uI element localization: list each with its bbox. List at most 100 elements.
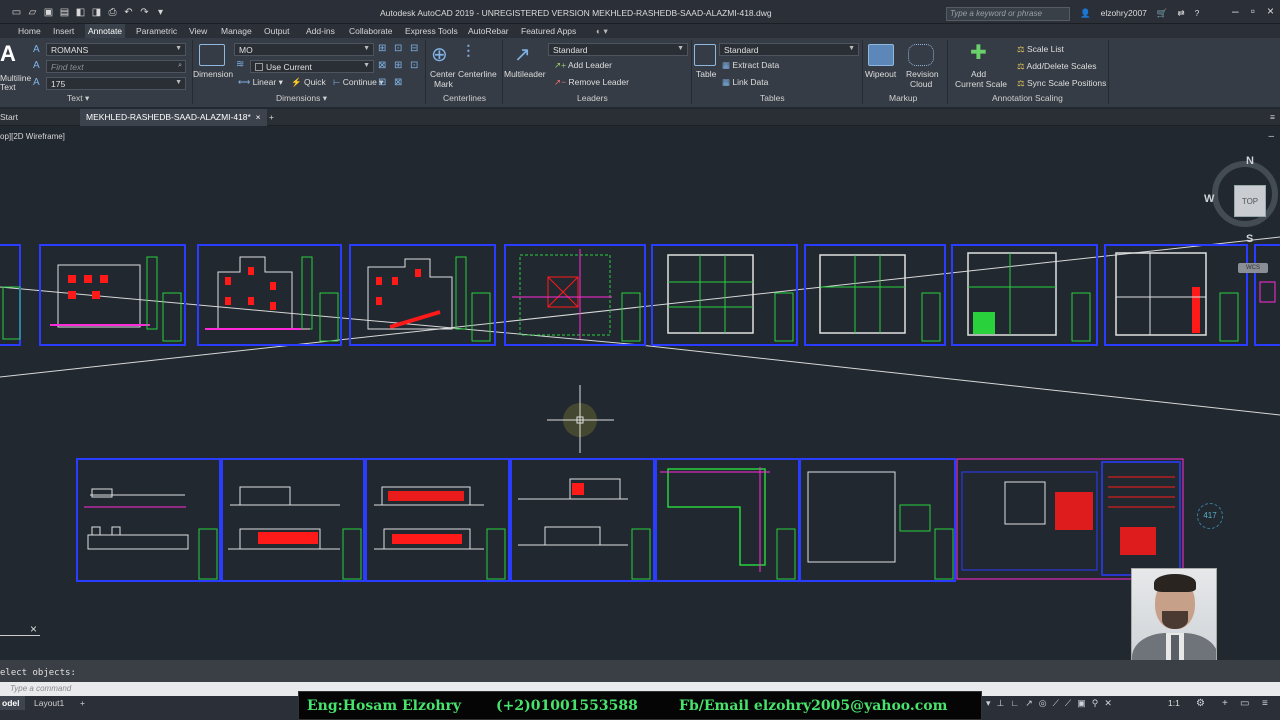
tab-express-tools[interactable]: Express Tools bbox=[405, 26, 458, 36]
compass-west[interactable]: W bbox=[1204, 193, 1214, 205]
dim-tool-icon-7[interactable]: ⊟ bbox=[378, 77, 386, 88]
undo-icon[interactable]: ↶ bbox=[122, 7, 135, 18]
osnap-icon[interactable]: ◎ bbox=[1039, 698, 1047, 709]
table-label[interactable]: Table bbox=[696, 69, 716, 79]
multileader-icon[interactable]: ↗ bbox=[514, 42, 531, 67]
otrack-icon[interactable]: ⟋ bbox=[1053, 698, 1059, 709]
drawing-viewport[interactable]: op][2D Wireframe] – N W S TOP WCS 417 × bbox=[0, 127, 1280, 660]
tab-insert[interactable]: Insert bbox=[53, 26, 74, 36]
tab-active-drawing[interactable]: MEKHLED-RASHEDB-SAAD-ALAZMI-418* × bbox=[80, 109, 267, 126]
tab-parametric[interactable]: Parametric bbox=[136, 26, 177, 36]
center-mark-label[interactable]: Center bbox=[430, 69, 456, 79]
dim-tool-icon-2[interactable]: ⊡ bbox=[394, 43, 402, 54]
dimension-icon[interactable] bbox=[199, 44, 225, 66]
plus-icon[interactable]: + bbox=[1222, 698, 1228, 709]
selection-icon[interactable]: ▣ bbox=[1077, 698, 1086, 709]
ribbon-display-toggle-icon[interactable]: ◐ ▾ bbox=[596, 26, 608, 37]
customization-icon[interactable]: ≡ bbox=[1262, 698, 1268, 709]
dim-layer-combo[interactable]: Use Current ▼ bbox=[250, 60, 374, 73]
user-icon[interactable]: 👤 bbox=[1080, 8, 1091, 19]
tab-featured-apps[interactable]: Featured Apps bbox=[521, 26, 576, 36]
table-style-combo[interactable]: Standard ▼ bbox=[719, 43, 859, 56]
new-tab-icon[interactable]: + bbox=[263, 109, 280, 126]
snap-icon[interactable]: ⊥ bbox=[997, 698, 1005, 709]
center-mark-label-2[interactable]: Mark bbox=[434, 79, 453, 89]
continue-dim-button[interactable]: ⊢ Continue ▾ bbox=[333, 77, 383, 88]
dim-tool-icon-6[interactable]: ⊡ bbox=[410, 60, 418, 71]
annotation-icon[interactable]: ⚲ bbox=[1092, 698, 1099, 709]
link-data-button[interactable]: ▦ Link Data bbox=[722, 77, 768, 88]
annotation-scale-icon[interactable]: ✕ bbox=[1104, 698, 1112, 709]
viewcube-top-face[interactable]: TOP bbox=[1234, 185, 1266, 217]
user-name[interactable]: elzohry2007 bbox=[1101, 8, 1147, 19]
leader-style-combo[interactable]: Standard ▼ bbox=[548, 43, 688, 56]
save-web-icon[interactable]: ◨ bbox=[90, 7, 103, 18]
dim-tool-icon-3[interactable]: ⊟ bbox=[410, 43, 418, 54]
save-as-icon[interactable]: ▤ bbox=[58, 7, 71, 18]
redo-icon[interactable]: ↷ bbox=[138, 7, 151, 18]
dimension-label[interactable]: Dimension bbox=[193, 69, 233, 79]
compass-south[interactable]: S bbox=[1246, 233, 1253, 245]
close-icon[interactable]: × bbox=[30, 622, 37, 636]
tab-model[interactable]: odel bbox=[0, 696, 26, 710]
compass-north[interactable]: N bbox=[1246, 155, 1254, 167]
search-input[interactable]: Type a keyword or phrase bbox=[946, 7, 1070, 21]
dim-tool-icon-5[interactable]: ⊞ bbox=[394, 60, 402, 71]
open-web-icon[interactable]: ◧ bbox=[74, 7, 87, 18]
add-leader-button[interactable]: ↗+ Add Leader bbox=[554, 60, 612, 71]
multiline-text-label-2[interactable]: Text bbox=[0, 82, 16, 92]
quick-dim-button[interactable]: ⚡ Quick bbox=[291, 77, 326, 88]
wipeout-label[interactable]: Wipeout bbox=[865, 69, 896, 79]
polar-icon[interactable]: ↗ bbox=[1025, 698, 1033, 709]
wipeout-icon[interactable] bbox=[868, 44, 894, 66]
text-height-combo[interactable]: 175 ▼ bbox=[46, 77, 186, 90]
cart-icon[interactable]: 🛒 bbox=[1157, 8, 1168, 19]
clean-screen-icon[interactable]: ▭ bbox=[1240, 698, 1249, 709]
centerline-icon[interactable]: ⫶ bbox=[466, 42, 471, 63]
open-file-icon[interactable]: ▱ bbox=[26, 7, 39, 18]
text-panel-title[interactable]: Text ▾ bbox=[67, 93, 89, 104]
add-layout-icon[interactable]: + bbox=[74, 696, 91, 710]
add-current-scale-label-2[interactable]: Current Scale bbox=[955, 79, 1007, 89]
sync-scale-positions-button[interactable]: ⚖ Sync Scale Positions bbox=[1017, 78, 1106, 89]
settings-icon[interactable]: ⚙ bbox=[1196, 698, 1205, 709]
table-icon[interactable] bbox=[694, 44, 716, 66]
scale-list-button[interactable]: ⚖ Scale List bbox=[1017, 44, 1064, 55]
lineweight-icon[interactable]: ⟋ bbox=[1065, 698, 1071, 709]
close-tab-icon[interactable]: × bbox=[256, 112, 261, 122]
dim-tool-icon-4[interactable]: ⊠ bbox=[378, 60, 386, 71]
tab-add-ins[interactable]: Add-ins bbox=[306, 26, 335, 36]
dim-tool-icon-8[interactable]: ⊠ bbox=[394, 77, 402, 88]
viewcube[interactable]: N W S TOP bbox=[1204, 155, 1280, 250]
revision-cloud-label-2[interactable]: Cloud bbox=[910, 79, 932, 89]
close-icon[interactable]: × bbox=[1267, 4, 1274, 18]
multiline-text-icon[interactable]: A bbox=[0, 41, 16, 67]
grid-icon[interactable]: ▾ bbox=[986, 698, 991, 709]
revision-cloud-label[interactable]: Revision bbox=[906, 69, 939, 79]
help-icon[interactable]: ? bbox=[1195, 8, 1200, 19]
exchange-icon[interactable]: ⇄ bbox=[1178, 8, 1185, 19]
tab-collaborate[interactable]: Collaborate bbox=[349, 26, 392, 36]
dim-style-combo[interactable]: MO ▼ bbox=[234, 43, 374, 56]
tab-manage[interactable]: Manage bbox=[221, 26, 252, 36]
qat-dropdown-icon[interactable]: ▾ bbox=[154, 7, 167, 18]
plot-icon[interactable]: ⎙ bbox=[106, 7, 119, 18]
tab-start[interactable]: Start bbox=[0, 109, 24, 126]
add-current-scale-icon[interactable]: ✚ bbox=[970, 40, 987, 65]
revision-cloud-icon[interactable] bbox=[908, 44, 934, 66]
tab-home[interactable]: Home bbox=[18, 26, 41, 36]
extract-data-button[interactable]: ▦ Extract Data bbox=[722, 60, 779, 71]
dimensions-panel-title[interactable]: Dimensions ▾ bbox=[276, 93, 327, 104]
text-style-combo[interactable]: ROMANS ▼ bbox=[46, 43, 186, 56]
linear-dim-button[interactable]: ⟷ Linear ▾ bbox=[238, 77, 283, 88]
multileader-label[interactable]: Multileader bbox=[504, 69, 546, 79]
tab-layout1[interactable]: Layout1 bbox=[28, 696, 70, 710]
center-mark-icon[interactable]: ⊕ bbox=[431, 42, 448, 67]
find-text-input[interactable]: Find text ⌕ bbox=[46, 60, 186, 73]
tab-annotate[interactable]: Annotate bbox=[85, 24, 126, 38]
tab-autorebar[interactable]: AutoRebar bbox=[468, 26, 509, 36]
save-icon[interactable]: ▣ bbox=[42, 7, 55, 18]
add-delete-scales-button[interactable]: ⚖ Add/Delete Scales bbox=[1017, 61, 1096, 72]
maximize-icon[interactable]: ▫ bbox=[1251, 4, 1255, 18]
new-file-icon[interactable]: ▭ bbox=[10, 7, 23, 18]
